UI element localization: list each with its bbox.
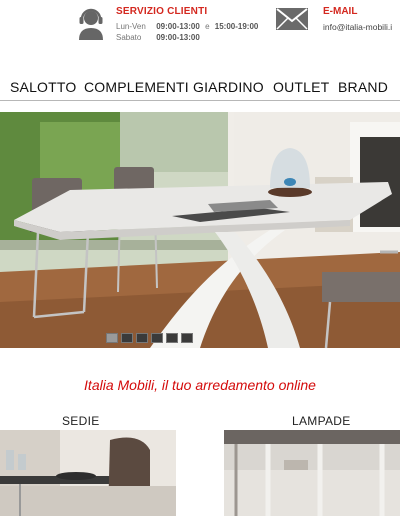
nav-item-brand[interactable]: BRAND bbox=[338, 79, 388, 95]
saturday-hours: Sabato 09:00-13:00 bbox=[116, 33, 200, 42]
category-title-lampade[interactable]: LAMPADE bbox=[292, 414, 351, 428]
email-address-link[interactable]: info@italia-mobili.i bbox=[323, 22, 392, 32]
nav-divider bbox=[0, 100, 400, 101]
slider-dot[interactable] bbox=[181, 333, 193, 343]
chairs-photo bbox=[0, 430, 176, 516]
slider-pagination bbox=[106, 333, 193, 343]
header-contact-bar: SERVIZIO CLIENTI Lun-Ven 09:00-13:00 e 1… bbox=[0, 0, 400, 60]
category-title-sedie[interactable]: SEDIE bbox=[62, 414, 100, 428]
slider-dot[interactable] bbox=[106, 333, 118, 343]
slider-dot[interactable] bbox=[136, 333, 148, 343]
slider-dot[interactable] bbox=[121, 333, 133, 343]
hero-slide-image bbox=[0, 112, 400, 348]
nav-item-outlet[interactable]: OUTLET bbox=[273, 79, 329, 95]
site-tagline: Italia Mobili, il tuo arredamento online bbox=[84, 377, 316, 393]
customer-service-title: SERVIZIO CLIENTI bbox=[116, 6, 208, 17]
weekday-hours: Lun-Ven 09:00-13:00 e 15:00-19:00 bbox=[116, 22, 259, 31]
lamps-photo bbox=[224, 430, 400, 516]
category-image-lampade[interactable] bbox=[224, 430, 400, 516]
nav-item-salotto[interactable]: SALOTTO bbox=[10, 79, 77, 95]
category-image-sedie[interactable] bbox=[0, 430, 176, 516]
slider-dot[interactable] bbox=[151, 333, 163, 343]
slider-dot[interactable] bbox=[166, 333, 178, 343]
hero-slider[interactable] bbox=[0, 112, 400, 348]
email-title: E-MAIL bbox=[323, 6, 358, 17]
main-navigation: SALOTTO COMPLEMENTI GIARDINO OUTLET BRAN… bbox=[0, 74, 400, 100]
headset-icon bbox=[79, 8, 103, 40]
nav-item-complementi[interactable]: COMPLEMENTI bbox=[84, 79, 189, 95]
nav-item-giardino[interactable]: GIARDINO bbox=[193, 79, 264, 95]
envelope-icon[interactable] bbox=[276, 8, 308, 30]
